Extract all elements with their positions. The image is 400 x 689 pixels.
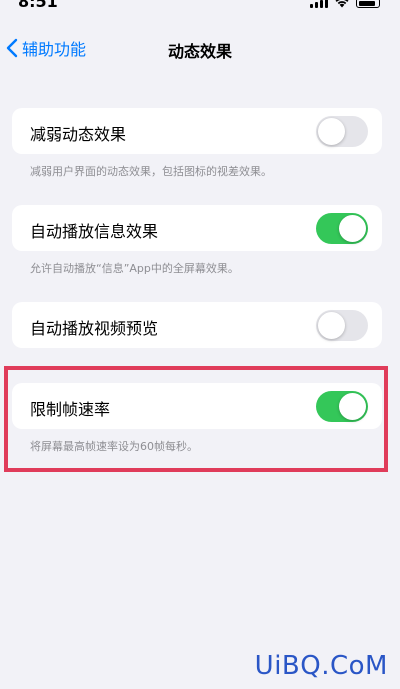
watermark: UiBQ.CoM: [254, 651, 388, 681]
status-icons: [310, 0, 380, 8]
toggle-knob: [318, 312, 345, 339]
status-bar: 8:51: [0, 0, 400, 14]
setting-label: 减弱动态效果: [30, 125, 127, 144]
setting-row-auto-play-message-effects: 自动播放信息效果: [12, 205, 382, 251]
setting-row-auto-play-video-previews: 自动播放视频预览: [12, 302, 382, 348]
cellular-signal-icon: [310, 0, 328, 8]
setting-label: 自动播放信息效果: [30, 222, 159, 241]
reduce-motion-toggle[interactable]: [316, 116, 368, 147]
setting-footnote: 允许自动播放“信息”App中的全屏幕效果。: [30, 262, 239, 275]
page-title: 动态效果: [167, 42, 232, 61]
navigation-bar: 辅助功能 动态效果: [0, 30, 400, 66]
status-time: 8:51: [18, 0, 58, 11]
setting-label: 自动播放视频预览: [30, 319, 159, 338]
battery-icon: [356, 0, 380, 8]
toggle-knob: [318, 118, 345, 145]
auto-play-video-previews-toggle[interactable]: [316, 310, 368, 341]
auto-play-message-effects-toggle[interactable]: [316, 213, 368, 244]
setting-footnote: 减弱用户界面的动态效果，包括图标的视差效果。: [30, 165, 272, 178]
highlight-annotation-box: [4, 366, 388, 472]
toggle-knob: [339, 215, 366, 242]
wifi-icon: [335, 0, 349, 8]
setting-row-reduce-motion: 减弱动态效果: [12, 108, 382, 154]
